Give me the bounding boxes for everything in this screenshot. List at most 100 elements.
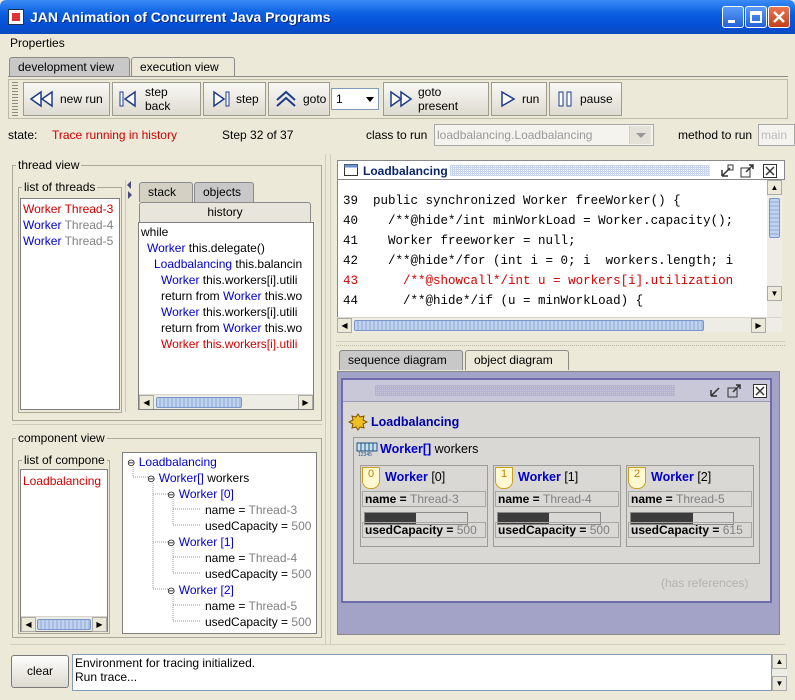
step-back-button[interactable]: step back <box>112 82 201 116</box>
minimize-panel-icon[interactable] <box>720 164 734 178</box>
tree-node-worker-0[interactable]: ⊖ Worker [0] <box>167 487 234 501</box>
tree-leaf-capacity[interactable]: usedCapacity = 500 <box>205 519 311 533</box>
object-diagram-frame[interactable]: Loadbalancing 12345 Worker[] workers 0 W… <box>341 378 772 603</box>
tab-objects[interactable]: objects <box>194 182 254 202</box>
tree-leaf-name[interactable]: name = Thread-3 <box>205 503 297 517</box>
worker-name-field[interactable]: name = Thread-4 <box>495 491 619 507</box>
detach-panel-icon[interactable] <box>740 164 754 178</box>
history-row-2[interactable]: Loadbalancing this.balancin <box>154 257 302 271</box>
minimize-panel-icon[interactable] <box>709 384 723 398</box>
list-item-loadbalancing[interactable]: Loadbalancing <box>23 474 101 488</box>
worker-name-field[interactable]: name = Thread-5 <box>628 491 752 507</box>
tab-execution-view[interactable]: execution view <box>131 57 235 77</box>
maximize-icon[interactable] <box>745 6 767 28</box>
scroll-right-icon[interactable]: ▶ <box>92 617 107 632</box>
component-list[interactable]: Loadbalancing ◀ ▶ <box>20 469 108 632</box>
worker-object-0[interactable]: 0 Worker [0] name = Thread-3 usedCapacit… <box>360 465 488 547</box>
clear-button[interactable]: clear <box>11 655 69 688</box>
worker-capacity-field[interactable]: usedCapacity = 500 <box>362 522 486 538</box>
worker-capacity-field[interactable]: usedCapacity = 500 <box>495 522 619 538</box>
history-row-5[interactable]: Worker this.workers[i].utili <box>161 305 297 319</box>
diagram-root-label[interactable]: Loadbalancing <box>371 415 459 429</box>
tree-node-worker-1[interactable]: ⊖ Worker [1] <box>167 535 234 549</box>
code-vscrollbar[interactable]: ▲ ▼ <box>767 180 782 317</box>
history-row-0[interactable]: while <box>141 225 168 239</box>
code-line-39[interactable]: 39 public synchronized Worker freeWorker… <box>343 194 681 208</box>
class-to-run-combo[interactable]: loadbalancing.Loadbalancing <box>434 124 654 146</box>
tree-node-loadbalancing[interactable]: ⊖ Loadbalancing <box>127 455 217 469</box>
tree-expand-icon[interactable]: ⊖ <box>147 474 155 485</box>
tree-expand-icon[interactable]: ⊖ <box>167 538 175 549</box>
scrollbar-thumb[interactable] <box>354 320 704 331</box>
scroll-left-icon[interactable]: ◀ <box>139 395 154 409</box>
left-horizontal-splitter[interactable] <box>12 424 322 429</box>
scroll-up-icon[interactable]: ▲ <box>772 654 787 669</box>
vertical-splitter[interactable] <box>325 154 331 644</box>
code-line-43-current[interactable]: 43 /**@showcall*/int u = workers[i].util… <box>343 274 733 288</box>
component-list-hscrollbar[interactable]: ◀ ▶ <box>21 616 107 632</box>
tree-leaf-capacity[interactable]: usedCapacity = 500 <box>205 567 311 581</box>
code-panel-titlebar[interactable]: Loadbalancing <box>337 160 785 180</box>
scroll-up-icon[interactable]: ▲ <box>767 180 782 195</box>
thread-splitter[interactable] <box>125 180 133 412</box>
menu-properties[interactable]: Properties <box>10 36 65 50</box>
list-item-thread-4[interactable]: Worker Thread-4 <box>23 218 113 232</box>
step-button[interactable]: step <box>203 82 266 116</box>
history-hscrollbar[interactable]: ◀ ▶ <box>139 394 313 409</box>
tree-expand-icon[interactable]: ⊖ <box>127 458 135 469</box>
code-line-42[interactable]: 42 /**@hide*/for (int i = 0; i workers.l… <box>343 254 733 268</box>
scroll-right-icon[interactable]: ▶ <box>751 318 766 333</box>
close-panel-icon[interactable] <box>753 384 767 398</box>
history-row-4[interactable]: return from Worker this.wo <box>161 289 302 303</box>
code-hscrollbar[interactable]: ◀ ▶ <box>337 317 782 333</box>
minimize-icon[interactable] <box>722 6 744 28</box>
scroll-left-icon[interactable]: ◀ <box>337 318 352 333</box>
scroll-left-icon[interactable]: ◀ <box>21 617 36 632</box>
tree-leaf-capacity[interactable]: usedCapacity = 500 <box>205 615 311 629</box>
tab-sequence-diagram[interactable]: sequence diagram <box>339 350 463 370</box>
scrollbar-thumb[interactable] <box>769 198 780 238</box>
run-button[interactable]: run <box>491 82 547 116</box>
tree-node-worker-2[interactable]: ⊖ Worker [2] <box>167 583 234 597</box>
code-line-40[interactable]: 40 /**@hide*/int minWorkLoad = Worker.ca… <box>343 214 733 228</box>
code-line-44[interactable]: 44 /**@hide*/if (u = minWorkLoad) { <box>343 294 643 308</box>
goto-step-select[interactable]: 1 <box>331 88 379 110</box>
tree-leaf-name[interactable]: name = Thread-4 <box>205 551 297 565</box>
tree-expand-icon[interactable]: ⊖ <box>167 586 175 597</box>
worker-name-field[interactable]: name = Thread-3 <box>362 491 486 507</box>
worker-object-2[interactable]: 2 Worker [2] name = Thread-5 usedCapacit… <box>626 465 754 547</box>
method-to-run-field[interactable]: main <box>758 124 795 146</box>
history-row-6[interactable]: return from Worker this.wo <box>161 321 302 335</box>
new-run-button[interactable]: new run <box>23 82 110 116</box>
list-item-thread-3[interactable]: Worker Thread-3 <box>23 202 113 216</box>
history-list[interactable]: while Worker this.delegate() Loadbalanci… <box>138 222 314 410</box>
log-vscrollbar[interactable]: ▲ ▼ <box>772 654 787 691</box>
goto-present-button[interactable]: goto present <box>383 82 489 116</box>
close-icon[interactable] <box>768 6 790 28</box>
right-horizontal-splitter[interactable] <box>336 341 785 346</box>
tab-history[interactable]: history <box>139 202 311 222</box>
goto-button[interactable]: goto <box>268 82 330 116</box>
component-tree[interactable]: ⊖ Loadbalancing ⊖ Worker[] workers ⊖ Wor… <box>122 452 317 634</box>
list-item-thread-5[interactable]: Worker Thread-5 <box>23 234 113 248</box>
log-output[interactable]: Environment for tracing initialized. Run… <box>72 654 772 691</box>
close-panel-icon[interactable] <box>763 164 777 178</box>
history-row-1[interactable]: Worker this.delegate() <box>147 241 265 255</box>
tab-development-view[interactable]: development view <box>9 57 130 77</box>
code-line-41[interactable]: 41 Worker freeworker = null; <box>343 234 576 248</box>
thread-list[interactable]: Worker Thread-3 Worker Thread-4 Worker T… <box>20 198 120 410</box>
scrollbar-thumb[interactable] <box>37 619 91 630</box>
bottom-splitter[interactable] <box>10 644 785 650</box>
tree-node-workers[interactable]: ⊖ Worker[] workers <box>147 471 249 485</box>
scrollbar-thumb[interactable] <box>156 397 242 408</box>
worker-capacity-field[interactable]: usedCapacity = 615 <box>628 522 752 538</box>
history-row-3[interactable]: Worker this.workers[i].utili <box>161 273 297 287</box>
scroll-right-icon[interactable]: ▶ <box>298 395 313 409</box>
tab-object-diagram[interactable]: object diagram <box>465 350 569 370</box>
scroll-down-icon[interactable]: ▼ <box>772 676 787 691</box>
maximize-panel-icon[interactable] <box>727 384 741 398</box>
history-row-7[interactable]: Worker this.workers[i].utili <box>161 337 297 351</box>
worker-object-1[interactable]: 1 Worker [1] name = Thread-4 usedCapacit… <box>493 465 621 547</box>
tree-expand-icon[interactable]: ⊖ <box>167 490 175 501</box>
diagram-titlebar[interactable] <box>343 380 770 402</box>
